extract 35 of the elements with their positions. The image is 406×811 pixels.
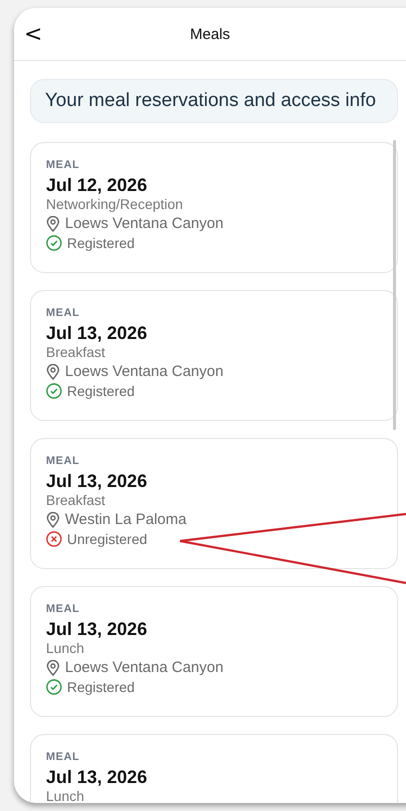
meal-date: Jul 13, 2026 bbox=[46, 619, 148, 640]
meal-location: Westin La Paloma bbox=[65, 511, 186, 528]
registration-status: Registered bbox=[67, 679, 135, 695]
meal-date: Jul 12, 2026 bbox=[46, 175, 148, 196]
meal-card[interactable]: MEAL Jul 13, 2026 Lunch Loews Ventana Canyon Registered bbox=[30, 586, 398, 717]
meal-date: Jul 13, 2026 bbox=[46, 323, 148, 344]
back-button[interactable]: < bbox=[20, 22, 46, 47]
registration-status: Registered bbox=[67, 235, 135, 251]
meal-label: MEAL bbox=[46, 307, 80, 319]
location-pin-icon bbox=[46, 660, 60, 676]
info-banner: Your meal reservations and access info bbox=[30, 79, 398, 123]
registration-status: Unregistered bbox=[67, 531, 148, 547]
registration-status: Registered bbox=[67, 383, 135, 399]
meal-type: Breakfast bbox=[46, 492, 106, 508]
meal-label: MEAL bbox=[46, 603, 80, 615]
location-pin-icon bbox=[46, 512, 60, 528]
meal-type: Lunch bbox=[46, 640, 84, 656]
meal-label: MEAL bbox=[46, 751, 80, 763]
meal-card[interactable]: MEAL Jul 13, 2026 Breakfast Loews Ventana Canyon Registered bbox=[30, 290, 398, 421]
meal-card[interactable]: MEAL Jul 13, 2026 Breakfast Westin La Paloma Unregistered bbox=[30, 438, 398, 569]
page-title: Meals bbox=[190, 26, 230, 42]
location-pin-icon bbox=[46, 364, 60, 380]
meal-location: Loews Ventana Canyon bbox=[65, 215, 224, 232]
meal-type: Breakfast bbox=[46, 344, 106, 360]
meal-location: Loews Ventana Canyon bbox=[65, 363, 224, 380]
meal-card[interactable]: MEAL Jul 13, 2026 Lunch bbox=[30, 734, 398, 803]
meal-location: Loews Ventana Canyon bbox=[65, 659, 224, 676]
meal-label: MEAL bbox=[46, 159, 80, 171]
meal-date: Jul 13, 2026 bbox=[46, 471, 148, 492]
meal-type: Networking/Reception bbox=[46, 196, 183, 212]
location-pin-icon bbox=[46, 216, 60, 232]
meal-date: Jul 13, 2026 bbox=[46, 767, 148, 788]
meal-label: MEAL bbox=[46, 455, 80, 467]
meal-type: Lunch bbox=[46, 788, 84, 803]
meal-card[interactable]: MEAL Jul 12, 2026 Networking/Reception Loews Ventana Canyon Registered bbox=[30, 142, 398, 273]
